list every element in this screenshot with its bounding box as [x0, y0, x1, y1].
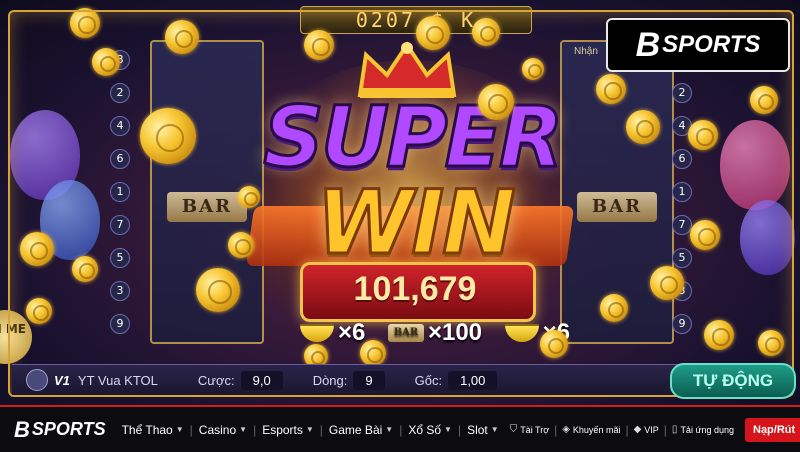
- tag-icon: ◈: [562, 424, 570, 435]
- bsports-logo-icon: B: [14, 416, 30, 442]
- chevron-down-icon: ▼: [444, 425, 452, 434]
- bsports-logo-icon: B: [635, 25, 661, 64]
- phone-icon: ▯: [671, 424, 678, 435]
- nav-item-xo-so[interactable]: Xổ Số ▼: [408, 423, 452, 437]
- player-name: YT Vua KTOL: [77, 372, 158, 388]
- nav-divider: |: [399, 422, 403, 437]
- chevron-down-icon: ▼: [305, 425, 314, 434]
- lines-label: Dòng:: [312, 372, 348, 388]
- vip-level: V1: [54, 372, 70, 388]
- auto-spin-button[interactable]: TỰ ĐỘNG: [670, 363, 796, 399]
- nav-item-casino[interactable]: Casino ▼: [199, 423, 247, 437]
- chevron-down-icon: ▼: [239, 425, 248, 434]
- nav-item-slot[interactable]: Slot ▼: [467, 423, 499, 437]
- vip-link[interactable]: ◆ VIP: [634, 424, 659, 435]
- game-scene: BAR BAR 8 2 4 6 1 7 5 3 9 8 2 4 6 1 7 5 …: [0, 0, 800, 405]
- shield-icon: ⛉: [509, 424, 518, 435]
- nav-item-esports[interactable]: Esports ▼: [262, 423, 314, 437]
- chevron-down-icon: ▼: [175, 425, 184, 434]
- base-field[interactable]: Gốc: 1,00: [414, 370, 498, 390]
- chevron-down-icon: ▼: [385, 425, 394, 434]
- nav-right-links: ⛉ Tài Trợ | ◈ Khuyến mãi | ◆ VIP | ▯ Tải ứng…: [505, 417, 800, 442]
- avatar[interactable]: [26, 369, 48, 391]
- site-logo-text: SPORTS: [31, 419, 106, 439]
- deposit-withdraw-button[interactable]: Nạp/Rút: [745, 417, 800, 442]
- bet-field[interactable]: Cược: 9,0: [197, 370, 283, 390]
- bet-value: 9,0: [240, 370, 283, 390]
- site-logo[interactable]: B SPORTS: [14, 417, 106, 443]
- diamond-icon: ◆: [633, 424, 642, 435]
- base-value: 1,00: [448, 370, 498, 390]
- nav-divider: |: [625, 422, 629, 437]
- nav-item-game-bai[interactable]: Game Bài ▼: [329, 423, 393, 437]
- promotion-link[interactable]: ◈ Khuyến mãi: [562, 424, 620, 435]
- nav-divider: |: [319, 422, 323, 437]
- bsports-logo-badge: B SPORTS: [606, 18, 790, 72]
- nav-divider: |: [189, 422, 193, 437]
- logo-text: SPORTS: [662, 31, 761, 58]
- nav-divider: |: [253, 422, 257, 437]
- nav-item-the-thao[interactable]: Thể Thao ▼: [122, 423, 184, 437]
- lines-value: 9: [353, 370, 385, 390]
- sponsor-link[interactable]: ⛉ Tài Trợ: [510, 424, 549, 435]
- bet-label: Cược:: [197, 372, 235, 388]
- download-app-link[interactable]: ▯ Tải ứng dụng: [672, 424, 734, 435]
- base-label: Gốc:: [414, 372, 443, 388]
- nav-divider: |: [554, 422, 558, 437]
- nav-divider: |: [457, 422, 462, 437]
- site-navbar: B SPORTS Thể Thao ▼ | Casino ▼ | Esports ▼ …: [0, 405, 800, 452]
- nav-divider: |: [663, 422, 667, 437]
- chevron-down-icon: ▼: [490, 425, 499, 434]
- lines-field[interactable]: Dòng: 9: [312, 370, 385, 390]
